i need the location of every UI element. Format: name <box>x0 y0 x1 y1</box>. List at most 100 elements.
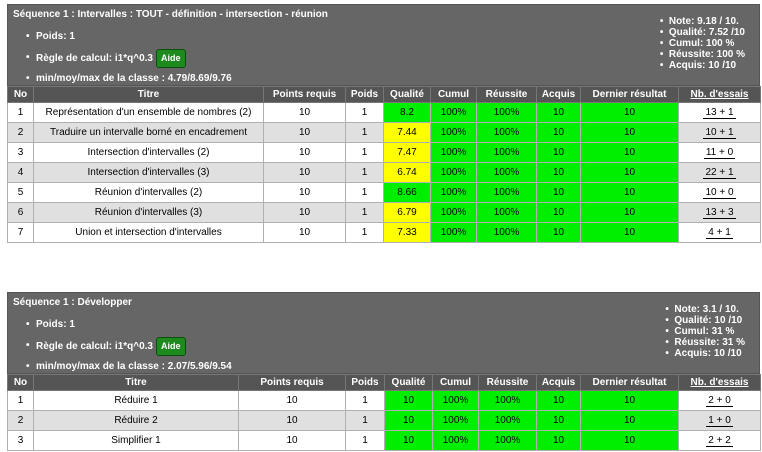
row-qualite-cell: 10 <box>384 430 433 451</box>
row-reussite-cell: 100% <box>476 202 537 223</box>
row-points-cell: 10 <box>238 410 346 431</box>
row-poids-cell: 1 <box>345 142 384 163</box>
row-qualite-cell: 8.66 <box>383 182 431 203</box>
table-row: 7 Union et intersection d'intervalles 10 1 7… <box>7 222 761 243</box>
row-reussite-cell: 100% <box>478 430 537 451</box>
cumul-stat: Cumul: 31 % <box>665 326 745 337</box>
row-cumul-cell: 100% <box>430 222 477 243</box>
row-no-cell: 2 <box>7 122 34 143</box>
essais-link[interactable]: 22 + 1 <box>703 167 736 179</box>
row-acquis-cell: 10 <box>536 122 581 143</box>
row-cumul-cell: 100% <box>432 390 479 411</box>
minmax-info: min/moy/max de la classe : 4.79/8.69/9.7… <box>26 70 232 87</box>
sequence-header-panel: Séquence 1 : Développer Poids: 1 Règle d… <box>7 292 760 375</box>
essais-link[interactable]: 10 + 0 <box>703 187 736 199</box>
col-poids: Poids <box>345 86 384 103</box>
row-dernier-cell: 10 <box>580 142 679 163</box>
row-qualite-cell: 10 <box>384 410 433 431</box>
row-essais-cell[interactable]: 10 + 1 <box>678 122 761 143</box>
sequence-header-panel: Séquence 1 : Intervalles : TOUT - défini… <box>7 4 760 87</box>
row-qualite-cell: 10 <box>384 390 433 411</box>
row-qualite-cell: 7.47 <box>383 142 431 163</box>
row-cumul-cell: 100% <box>430 202 477 223</box>
row-no-cell: 1 <box>7 102 34 123</box>
row-essais-cell[interactable]: 13 + 1 <box>678 102 761 123</box>
cumul-stat: Cumul: 100 % <box>660 38 745 49</box>
sequence-title: Séquence 1 : Développer <box>13 297 132 308</box>
row-poids-cell: 1 <box>345 410 385 431</box>
essais-link[interactable]: 13 + 3 <box>703 207 736 219</box>
table-row: 6 Réunion d'intervalles (3) 10 1 6.79 100% 100… <box>7 202 761 223</box>
sequence-info-list: Poids: 1 Règle de calcul: i1*q^0.3Aide m… <box>26 316 232 375</box>
essais-link[interactable]: 1 + 0 <box>706 415 733 427</box>
row-qualite-cell: 6.74 <box>383 162 431 183</box>
row-no-cell: 5 <box>7 182 34 203</box>
col-no: No <box>7 86 34 103</box>
col-no: No <box>7 374 34 391</box>
row-essais-cell[interactable]: 11 + 0 <box>678 142 761 163</box>
row-dernier-cell: 10 <box>580 390 679 411</box>
row-dernier-cell: 10 <box>580 122 679 143</box>
essais-link[interactable]: 10 + 1 <box>703 127 736 139</box>
essais-link[interactable]: 2 + 0 <box>706 395 733 407</box>
aide-button[interactable]: Aide <box>156 49 186 68</box>
row-points-cell: 10 <box>263 222 346 243</box>
row-qualite-cell: 7.44 <box>383 122 431 143</box>
col-titre: Titre <box>33 86 264 103</box>
row-essais-cell[interactable]: 4 + 1 <box>678 222 761 243</box>
aide-button[interactable]: Aide <box>156 337 186 356</box>
col-nb-essais[interactable]: Nb. d'essais <box>678 86 761 103</box>
row-reussite-cell: 100% <box>478 390 537 411</box>
sequence-block: Séquence 1 : Intervalles : TOUT - défini… <box>7 4 761 243</box>
row-acquis-cell: 10 <box>536 410 581 431</box>
row-dernier-cell: 10 <box>580 162 679 183</box>
row-no-cell: 3 <box>7 430 34 451</box>
row-acquis-cell: 10 <box>536 222 581 243</box>
col-dernier-resultat: Dernier résultat <box>580 374 679 391</box>
row-dernier-cell: 10 <box>580 430 679 451</box>
row-points-cell: 10 <box>238 390 346 411</box>
table-row: 3 Simplifier 1 10 1 10 100% 100% 10 10 2 + 2 <box>7 430 761 451</box>
minmax-info: min/moy/max de la classe : 2.07/5.96/9.5… <box>26 358 232 375</box>
row-essais-cell[interactable]: 2 + 0 <box>678 390 761 411</box>
row-essais-cell[interactable]: 22 + 1 <box>678 162 761 183</box>
stats-summary: Note: 3.1 / 10. Qualité: 10 /10 Cumul: 3… <box>665 304 745 359</box>
row-qualite-cell: 8.2 <box>383 102 431 123</box>
col-acquis: Acquis <box>536 374 581 391</box>
essais-link[interactable]: 11 + 0 <box>703 147 736 159</box>
row-essais-cell[interactable]: 1 + 0 <box>678 410 761 431</box>
row-acquis-cell: 10 <box>536 430 581 451</box>
acquis-stat: Acquis: 10 /10 <box>660 60 745 71</box>
row-poids-cell: 1 <box>345 390 385 411</box>
row-cumul-cell: 100% <box>430 182 477 203</box>
row-qualite-cell: 6.79 <box>383 202 431 223</box>
essais-link[interactable]: 13 + 1 <box>703 107 736 119</box>
row-poids-cell: 1 <box>345 122 384 143</box>
reussite-stat: Réussite: 100 % <box>660 49 745 60</box>
row-poids-cell: 1 <box>345 162 384 183</box>
col-reussite: Réussite <box>476 86 537 103</box>
col-nb-essais[interactable]: Nb. d'essais <box>678 374 761 391</box>
row-points-cell: 10 <box>263 122 346 143</box>
row-essais-cell[interactable]: 10 + 0 <box>678 182 761 203</box>
table-header-row: No Titre Points requis Poids Qualité Cum… <box>7 374 761 391</box>
row-titre-cell: Réduire 2 <box>33 410 239 431</box>
row-essais-cell[interactable]: 2 + 2 <box>678 430 761 451</box>
essais-link[interactable]: 4 + 1 <box>706 227 733 239</box>
row-dernier-cell: 10 <box>580 182 679 203</box>
row-points-cell: 10 <box>238 430 346 451</box>
stats-summary: Note: 9.18 / 10. Qualité: 7.52 /10 Cumul… <box>660 16 745 71</box>
row-essais-cell[interactable]: 13 + 3 <box>678 202 761 223</box>
col-points-requis: Points requis <box>238 374 346 391</box>
row-cumul-cell: 100% <box>432 410 479 431</box>
row-titre-cell: Intersection d'intervalles (3) <box>33 162 264 183</box>
table-row: 1 Réduire 1 10 1 10 100% 100% 10 10 2 + 0 <box>7 390 761 411</box>
row-no-cell: 4 <box>7 162 34 183</box>
regle-label: Règle de calcul: i1*q^0.3 <box>36 341 153 353</box>
row-reussite-cell: 100% <box>478 410 537 431</box>
row-titre-cell: Union et intersection d'intervalles <box>33 222 264 243</box>
row-points-cell: 10 <box>263 162 346 183</box>
row-titre-cell: Représentation d'un ensemble de nombres … <box>33 102 264 123</box>
row-no-cell: 7 <box>7 222 34 243</box>
essais-link[interactable]: 2 + 2 <box>706 435 733 447</box>
